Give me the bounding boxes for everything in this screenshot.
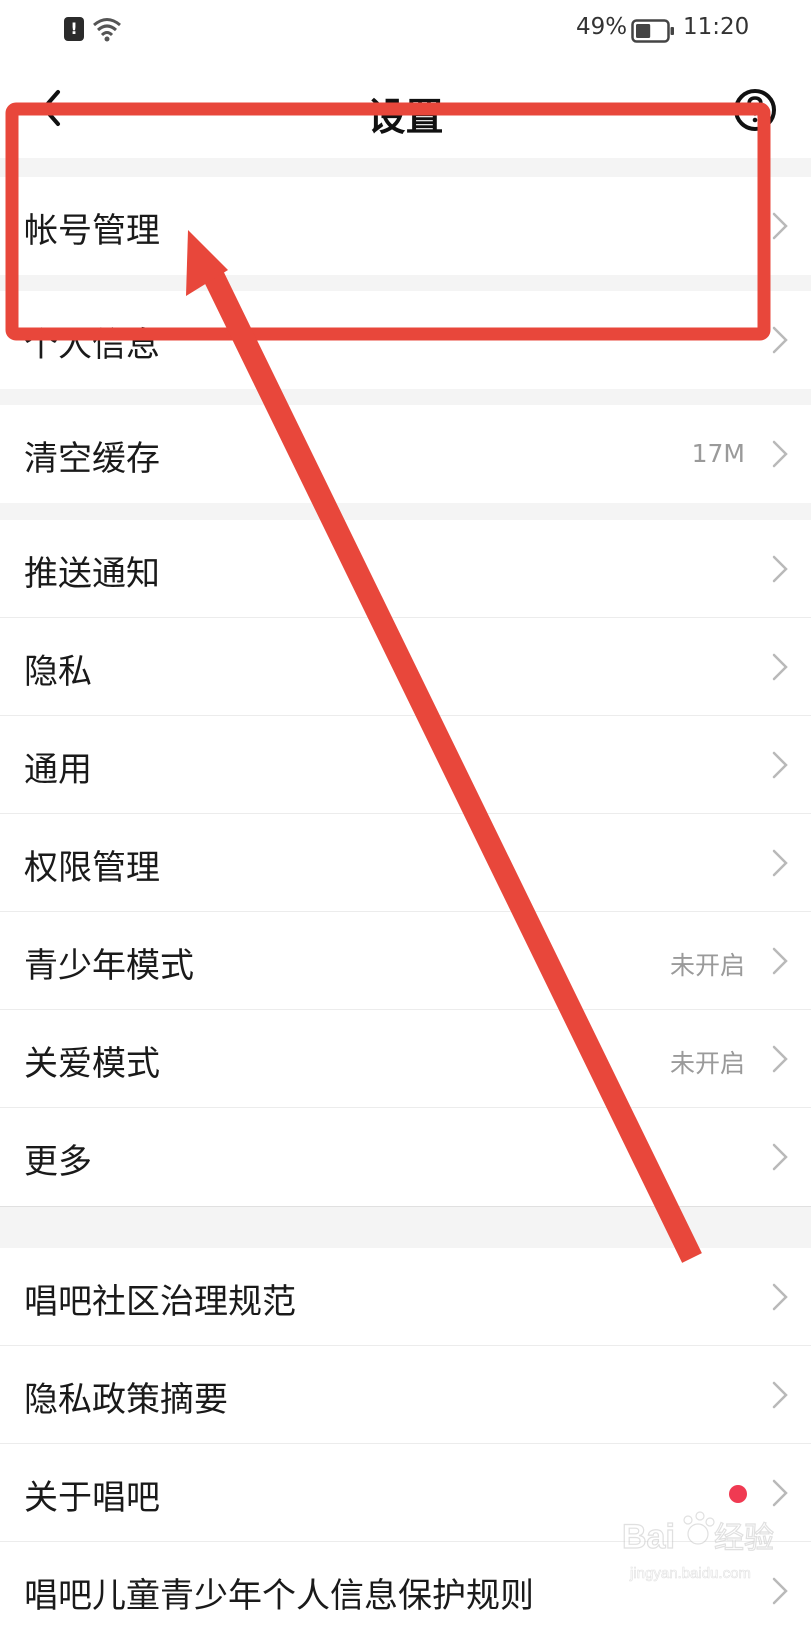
svg-text:经验: 经验 — [714, 1521, 774, 1556]
status-time: 11:20 — [683, 14, 750, 40]
teen-mode-status: 未开启 — [669, 951, 745, 980]
chevron-right-icon — [772, 947, 788, 975]
settings-row-label: 清空缓存 — [24, 439, 160, 479]
settings-group-general: 推送通知 隐私 通用 权限管理 青少年模式 未开启 关爱模式 未开启 更多 — [0, 520, 811, 1207]
settings-row-label: 青少年模式 — [24, 946, 194, 986]
settings-row-label: 隐私政策摘要 — [24, 1380, 228, 1420]
notification-dot — [729, 1485, 747, 1503]
chevron-right-icon — [772, 1045, 788, 1073]
page-title: 设置 — [367, 95, 444, 139]
cache-size-value: 17M — [691, 439, 745, 468]
settings-row-account-management[interactable]: 帐号管理 — [0, 177, 811, 275]
settings-row-label: 更多 — [24, 1142, 92, 1182]
settings-row-push-notifications[interactable]: 推送通知 — [0, 520, 811, 618]
svg-text:jingyan.baidu.com: jingyan.baidu.com — [629, 1565, 751, 1582]
settings-row-label: 唱吧儿童青少年个人信息保护规则 — [24, 1576, 534, 1616]
battery-percentage: 49% — [576, 14, 628, 40]
settings-row-care-mode[interactable]: 关爱模式 未开启 — [0, 1010, 811, 1108]
help-icon[interactable] — [732, 87, 778, 133]
chevron-right-icon — [772, 849, 788, 877]
settings-group-profile: 个人信息 — [0, 291, 811, 389]
settings-row-privacy-summary[interactable]: 隐私政策摘要 — [0, 1346, 811, 1444]
chevron-right-icon — [772, 555, 788, 583]
header: 设置 — [0, 62, 811, 158]
settings-row-clear-cache[interactable]: 清空缓存 17M — [0, 405, 811, 503]
status-bar: ! 49% 11:20 — [0, 0, 811, 62]
settings-group-account: 帐号管理 — [0, 177, 811, 275]
settings-row-label: 推送通知 — [24, 554, 160, 594]
chevron-right-icon — [772, 1479, 788, 1507]
wifi-icon — [93, 18, 121, 42]
settings-row-label: 通用 — [24, 750, 92, 790]
settings-row-label: 帐号管理 — [24, 211, 160, 251]
settings-row-label: 唱吧社区治理规范 — [24, 1282, 296, 1322]
settings-row-permissions[interactable]: 权限管理 — [0, 814, 811, 912]
chevron-right-icon — [772, 751, 788, 779]
chevron-right-icon — [772, 1143, 788, 1171]
settings-row-label: 关于唱吧 — [24, 1478, 160, 1518]
settings-row-label: 隐私 — [24, 652, 92, 692]
care-mode-status: 未开启 — [669, 1049, 745, 1078]
settings-row-teen-mode[interactable]: 青少年模式 未开启 — [0, 912, 811, 1010]
settings-group-cache: 清空缓存 17M — [0, 405, 811, 503]
settings-row-label: 关爱模式 — [24, 1044, 160, 1084]
svg-text:Bai: Bai — [622, 1518, 675, 1556]
alert-icon: ! — [64, 17, 84, 41]
chevron-right-icon — [772, 653, 788, 681]
settings-row-community-rules[interactable]: 唱吧社区治理规范 — [0, 1248, 811, 1346]
battery-icon — [631, 19, 674, 43]
settings-row-general[interactable]: 通用 — [0, 716, 811, 814]
chevron-right-icon — [772, 1283, 788, 1311]
chevron-right-icon — [772, 1381, 788, 1409]
settings-row-personal-info[interactable]: 个人信息 — [0, 291, 811, 389]
settings-row-privacy[interactable]: 隐私 — [0, 618, 811, 716]
chevron-right-icon — [772, 440, 788, 468]
baidu-jingyan-watermark: Bai 经验 jingyan.baidu.com — [621, 1511, 775, 1582]
chevron-right-icon — [772, 212, 788, 240]
chevron-right-icon — [772, 326, 788, 354]
settings-row-more[interactable]: 更多 — [0, 1108, 811, 1206]
settings-row-label: 权限管理 — [24, 848, 160, 888]
settings-row-label: 个人信息 — [24, 325, 160, 365]
